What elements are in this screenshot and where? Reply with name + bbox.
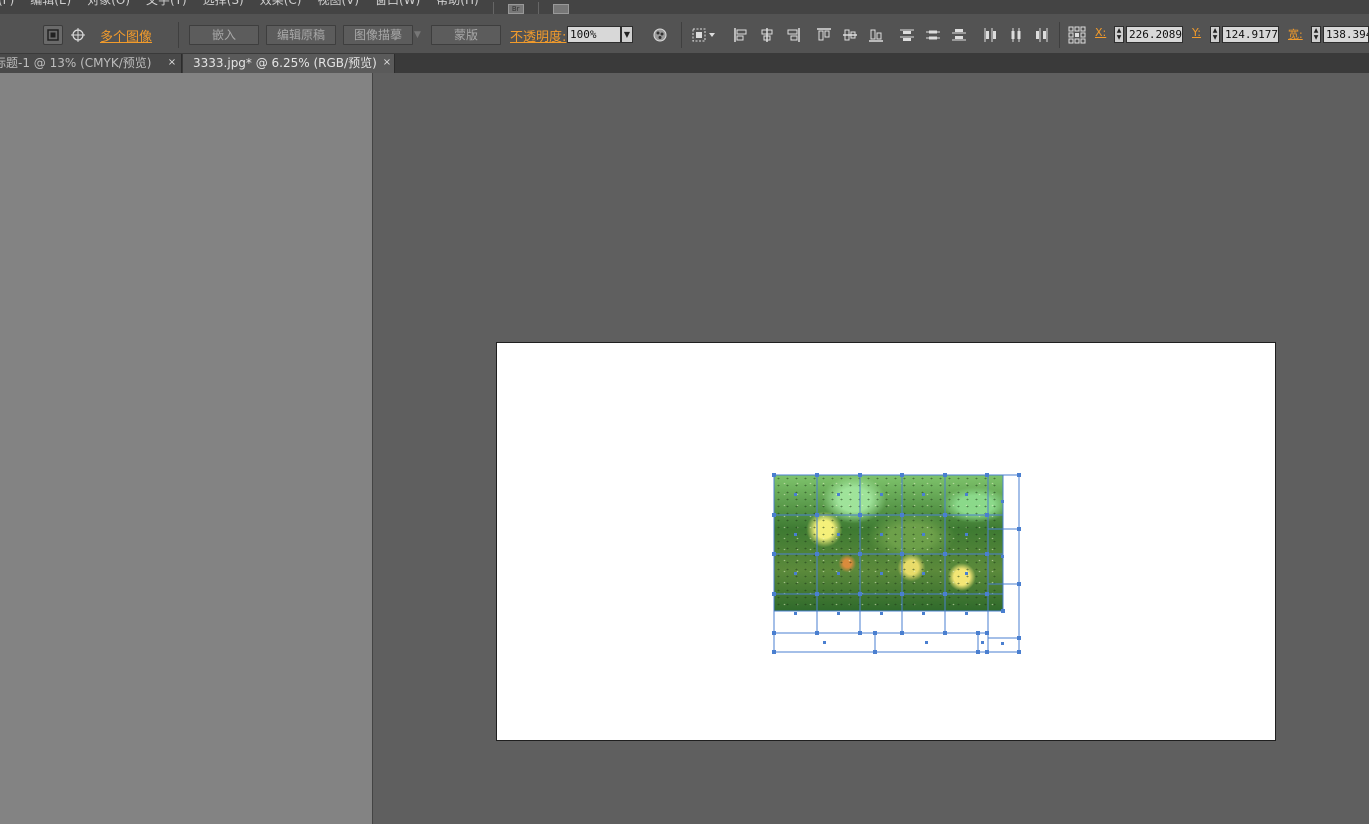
arrange-documents-icon[interactable] <box>552 4 569 14</box>
embed-button[interactable]: 嵌入 <box>189 25 259 45</box>
align-to-selection-icon[interactable] <box>690 25 718 45</box>
menu-edit[interactable]: 编辑(E) <box>22 0 79 14</box>
image-trace-dropdown-icon[interactable]: ▼ <box>414 25 426 45</box>
image-trace-button[interactable]: 图像描摹 <box>343 25 413 45</box>
menu-help[interactable]: 帮助(H) <box>428 0 486 14</box>
tab-untitled-1[interactable]: 标题-1 @ 13% (CMYK/预览) <box>0 54 182 73</box>
reference-point-icon[interactable] <box>1067 25 1087 45</box>
align-horizontal-center-icon[interactable] <box>759 27 775 43</box>
distribute-left-icon[interactable] <box>982 27 998 43</box>
bridge-icon[interactable]: Br <box>507 4 524 14</box>
menu-object[interactable]: 对象(O) <box>79 0 138 14</box>
distribute-right-icon[interactable] <box>1034 27 1050 43</box>
x-stepper-icon[interactable]: ▲ ▼ <box>1114 26 1124 43</box>
close-icon[interactable]: × <box>166 54 178 73</box>
illustrator-window: (F) 编辑(E) 对象(O) 文字(T) 选择(S) 效果(C) 视图(V) … <box>0 0 1369 824</box>
tab-label: 3333.jpg* @ 6.25% (RGB/预览) <box>193 56 377 70</box>
menu-divider <box>492 2 494 14</box>
align-bottom-icon[interactable] <box>868 27 884 43</box>
divider <box>1059 22 1060 48</box>
opacity-label[interactable]: 不透明度: <box>510 26 566 45</box>
align-right-icon[interactable] <box>785 27 801 43</box>
recolor-icon[interactable] <box>650 25 670 45</box>
menu-file[interactable]: (F) <box>0 0 22 14</box>
width-label[interactable]: 宽: <box>1288 26 1303 42</box>
y-label[interactable]: Y: <box>1192 26 1201 39</box>
menu-window[interactable]: 窗口(W) <box>367 0 428 14</box>
distribute-horizontal-center-icon[interactable] <box>1008 27 1024 43</box>
distribute-top-icon[interactable] <box>899 27 915 43</box>
placed-image[interactable] <box>774 475 1003 611</box>
divider <box>178 22 179 48</box>
document-tab-bar: 标题-1 @ 13% (CMYK/预览) × 3333.jpg* @ 6.25%… <box>0 54 1369 73</box>
distribute-bottom-icon[interactable] <box>951 27 967 43</box>
tab-label: 标题-1 @ 13% (CMYK/预览) <box>0 56 152 70</box>
opacity-input[interactable]: 100% <box>567 26 621 43</box>
mask-button[interactable]: 蒙版 <box>431 25 501 45</box>
y-input[interactable]: 124.9177 <box>1222 26 1279 43</box>
width-stepper-icon[interactable]: ▲ ▼ <box>1311 26 1321 43</box>
x-label[interactable]: X: <box>1095 26 1106 39</box>
menu-select[interactable]: 选择(S) <box>195 0 252 14</box>
menu-divider <box>537 2 539 14</box>
edit-original-button[interactable]: 编辑原稿 <box>266 25 336 45</box>
left-panel <box>0 73 373 824</box>
image-frame-icon[interactable] <box>43 25 63 45</box>
align-left-icon[interactable] <box>733 27 749 43</box>
align-top-icon[interactable] <box>816 27 832 43</box>
align-vertical-center-icon[interactable] <box>842 27 858 43</box>
menu-type[interactable]: 文字(T) <box>138 0 195 14</box>
tab-3333-jpg[interactable]: 3333.jpg* @ 6.25% (RGB/预览) <box>183 54 395 73</box>
control-bar: 多个图像 嵌入 编辑原稿 图像描摹 ▼ 蒙版 不透明度: 100% ▼ X: ▲… <box>0 14 1369 54</box>
x-input[interactable]: 226.2089 <box>1126 26 1183 43</box>
y-stepper-icon[interactable]: ▲ ▼ <box>1210 26 1220 43</box>
distribute-vertical-center-icon[interactable] <box>925 27 941 43</box>
menu-bar: (F) 编辑(E) 对象(O) 文字(T) 选择(S) 效果(C) 视图(V) … <box>0 0 1369 14</box>
divider <box>681 22 682 48</box>
width-input[interactable]: 138.394 <box>1323 26 1369 43</box>
close-icon[interactable]: × <box>381 54 393 73</box>
menu-view[interactable]: 视图(V) <box>309 0 367 14</box>
selection-type-label[interactable]: 多个图像 <box>100 26 152 45</box>
crosshair-icon[interactable] <box>68 25 88 45</box>
menu-effect[interactable]: 效果(C) <box>252 0 310 14</box>
opacity-dropdown-icon[interactable]: ▼ <box>621 26 633 43</box>
